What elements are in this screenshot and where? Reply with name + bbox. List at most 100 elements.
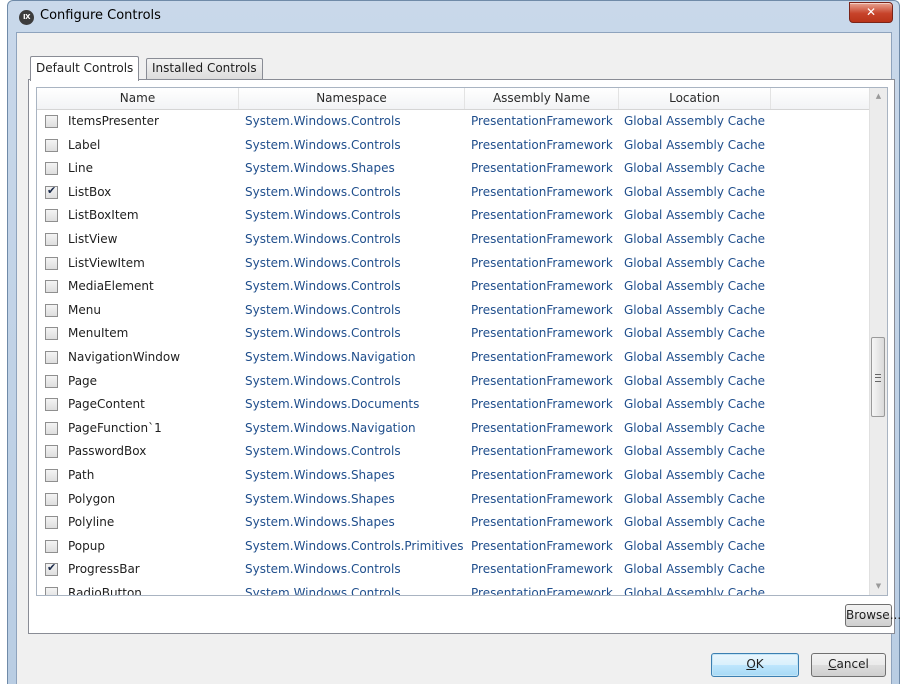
scrollbar-thumb[interactable]	[871, 337, 885, 417]
cell-assembly: PresentationFramework	[471, 562, 613, 577]
column-header-namespace[interactable]: Namespace	[239, 88, 465, 109]
cell-name: Menu	[68, 302, 101, 317]
row-checkbox[interactable]	[45, 350, 58, 364]
row-checkbox[interactable]	[45, 586, 58, 595]
table-row[interactable]: Page System.Windows.Controls PresentationF…	[37, 370, 871, 394]
cell-location: Global Assembly Cache	[624, 562, 766, 577]
row-checkbox[interactable]	[45, 327, 58, 341]
column-header-location[interactable]: Location	[619, 88, 771, 109]
browse-button[interactable]: Browse...	[845, 604, 901, 627]
row-checkbox[interactable]	[45, 539, 58, 553]
cell-name: Label	[68, 137, 101, 152]
cell-name: Page	[68, 373, 98, 388]
table-row[interactable]: Polyline System.Windows.Shapes Presentatio…	[37, 511, 871, 535]
ok-button[interactable]: OK	[711, 653, 799, 677]
row-checkbox[interactable]	[45, 492, 58, 506]
cell-namespace: System.Windows.Controls	[245, 114, 401, 128]
cell-location: Global Assembly Cache	[624, 302, 766, 317]
table-row[interactable]: ListBoxItem System.Windows.Controls Presen…	[37, 204, 871, 228]
column-header-assembly[interactable]: Assembly Name	[465, 88, 619, 109]
table-row[interactable]: PasswordBox System.Windows.Controls Presen…	[37, 440, 871, 464]
cell-location: Global Assembly Cache	[624, 349, 766, 364]
row-checkbox[interactable]	[45, 232, 58, 246]
cancel-button[interactable]: Cancel	[811, 653, 886, 677]
tab-installed-controls[interactable]: Installed Controls	[146, 58, 263, 79]
table-row[interactable]: MediaElement System.Windows.Controls Prese…	[37, 275, 871, 299]
dialog-window: IX Configure Controls ✕ Default Controls…	[7, 0, 901, 684]
cell-name: RadioButton	[68, 585, 142, 596]
row-checkbox[interactable]	[45, 162, 58, 176]
cell-location: Global Assembly Cache	[624, 397, 766, 412]
cell-assembly: PresentationFramework	[471, 373, 613, 388]
table-row[interactable]: ListBox System.Windows.Controls Presentati…	[37, 181, 871, 205]
row-checkbox[interactable]	[45, 280, 58, 294]
table-row[interactable]: Line System.Windows.Shapes PresentationFra…	[37, 157, 871, 181]
cell-location: Global Assembly Cache	[624, 491, 766, 506]
table-row[interactable]: PageFunction`1 System.Windows.Navigation P…	[37, 417, 871, 441]
vertical-scrollbar[interactable]: ▲ ▼	[869, 88, 887, 595]
column-header-name[interactable]: Name	[37, 88, 239, 109]
cell-namespace: System.Windows.Controls	[245, 208, 401, 223]
cell-namespace: System.Windows.Controls	[245, 184, 401, 199]
cell-name: Popup	[68, 538, 105, 553]
controls-grid: Name Namespace Assembly Name Location It…	[36, 87, 888, 596]
cell-namespace: System.Windows.Controls	[245, 444, 401, 459]
dialog-client-area: Default Controls Installed Controls Name…	[16, 32, 901, 684]
cell-location: Global Assembly Cache	[624, 326, 766, 341]
row-checkbox[interactable]	[45, 184, 58, 199]
row-checkbox[interactable]	[45, 468, 58, 482]
cell-assembly: PresentationFramework	[471, 349, 613, 364]
cell-location: Global Assembly Cache	[624, 538, 766, 553]
cell-location: Global Assembly Cache	[624, 279, 766, 294]
table-row[interactable]: ListView System.Windows.Controls Presentat…	[37, 228, 871, 252]
cell-assembly: PresentationFramework	[471, 184, 613, 199]
table-row[interactable]: Popup System.Windows.Controls.Primitives P…	[37, 535, 871, 559]
cell-namespace: System.Windows.Controls	[245, 302, 401, 317]
cell-assembly: PresentationFramework	[471, 137, 613, 152]
cell-location: Global Assembly Cache	[624, 161, 766, 176]
table-row[interactable]: Path System.Windows.Shapes PresentationFra…	[37, 464, 871, 488]
cell-namespace: System.Windows.Controls	[245, 231, 401, 246]
cell-name: MediaElement	[68, 279, 154, 294]
row-checkbox[interactable]	[45, 115, 58, 128]
table-row[interactable]: MenuItem System.Windows.Controls Presentat…	[37, 322, 871, 346]
cell-namespace: System.Windows.Controls	[245, 585, 401, 596]
row-checkbox[interactable]	[45, 209, 58, 223]
table-row[interactable]: ProgressBar System.Windows.Controls Presen…	[37, 558, 871, 582]
cell-name: ListBoxItem	[68, 208, 139, 223]
row-checkbox[interactable]	[45, 138, 58, 152]
cell-name: ItemsPresenter	[68, 114, 159, 128]
ok-label-rest: K	[755, 657, 764, 671]
scroll-up-arrow-icon[interactable]: ▲	[870, 88, 887, 105]
row-checkbox[interactable]	[45, 303, 58, 317]
cell-assembly: PresentationFramework	[471, 279, 613, 294]
table-row[interactable]: PageContent System.Windows.Documents Prese…	[37, 393, 871, 417]
cell-namespace: System.Windows.Controls	[245, 562, 401, 577]
row-checkbox[interactable]	[45, 421, 58, 435]
cell-name: Path	[68, 467, 95, 482]
row-checkbox[interactable]	[45, 561, 58, 577]
row-checkbox[interactable]	[45, 516, 58, 530]
table-row[interactable]: ListViewItem System.Windows.Controls Prese…	[37, 252, 871, 276]
table-row[interactable]: Polygon System.Windows.Shapes Presentation…	[37, 488, 871, 512]
cell-location: Global Assembly Cache	[624, 585, 766, 596]
row-checkbox[interactable]	[45, 398, 58, 412]
table-row[interactable]: RadioButton System.Windows.Controls Presen…	[37, 582, 871, 596]
cell-namespace: System.Windows.Controls	[245, 373, 401, 388]
close-button[interactable]: ✕	[849, 2, 893, 23]
row-checkbox[interactable]	[45, 256, 58, 270]
tab-default-controls[interactable]: Default Controls	[30, 56, 140, 81]
table-row[interactable]: Label System.Windows.Controls Presentation…	[37, 134, 871, 158]
row-checkbox[interactable]	[45, 445, 58, 459]
scroll-down-arrow-icon[interactable]: ▼	[870, 578, 887, 595]
row-checkbox[interactable]	[45, 374, 58, 388]
cancel-label-rest: ancel	[836, 657, 869, 671]
table-row[interactable]: ItemsPresenter System.Windows.Controls Pre…	[37, 110, 871, 134]
table-row[interactable]: NavigationWindow System.Windows.Navigatio…	[37, 346, 871, 370]
cell-namespace: System.Windows.Shapes	[245, 491, 395, 506]
cell-namespace: System.Windows.Controls.Primitives	[245, 538, 464, 553]
table-row[interactable]: Menu System.Windows.Controls PresentationF…	[37, 299, 871, 323]
title-bar[interactable]: IX Configure Controls ✕	[8, 1, 899, 33]
cell-assembly: PresentationFramework	[471, 420, 613, 435]
cell-name: PasswordBox	[68, 444, 147, 459]
